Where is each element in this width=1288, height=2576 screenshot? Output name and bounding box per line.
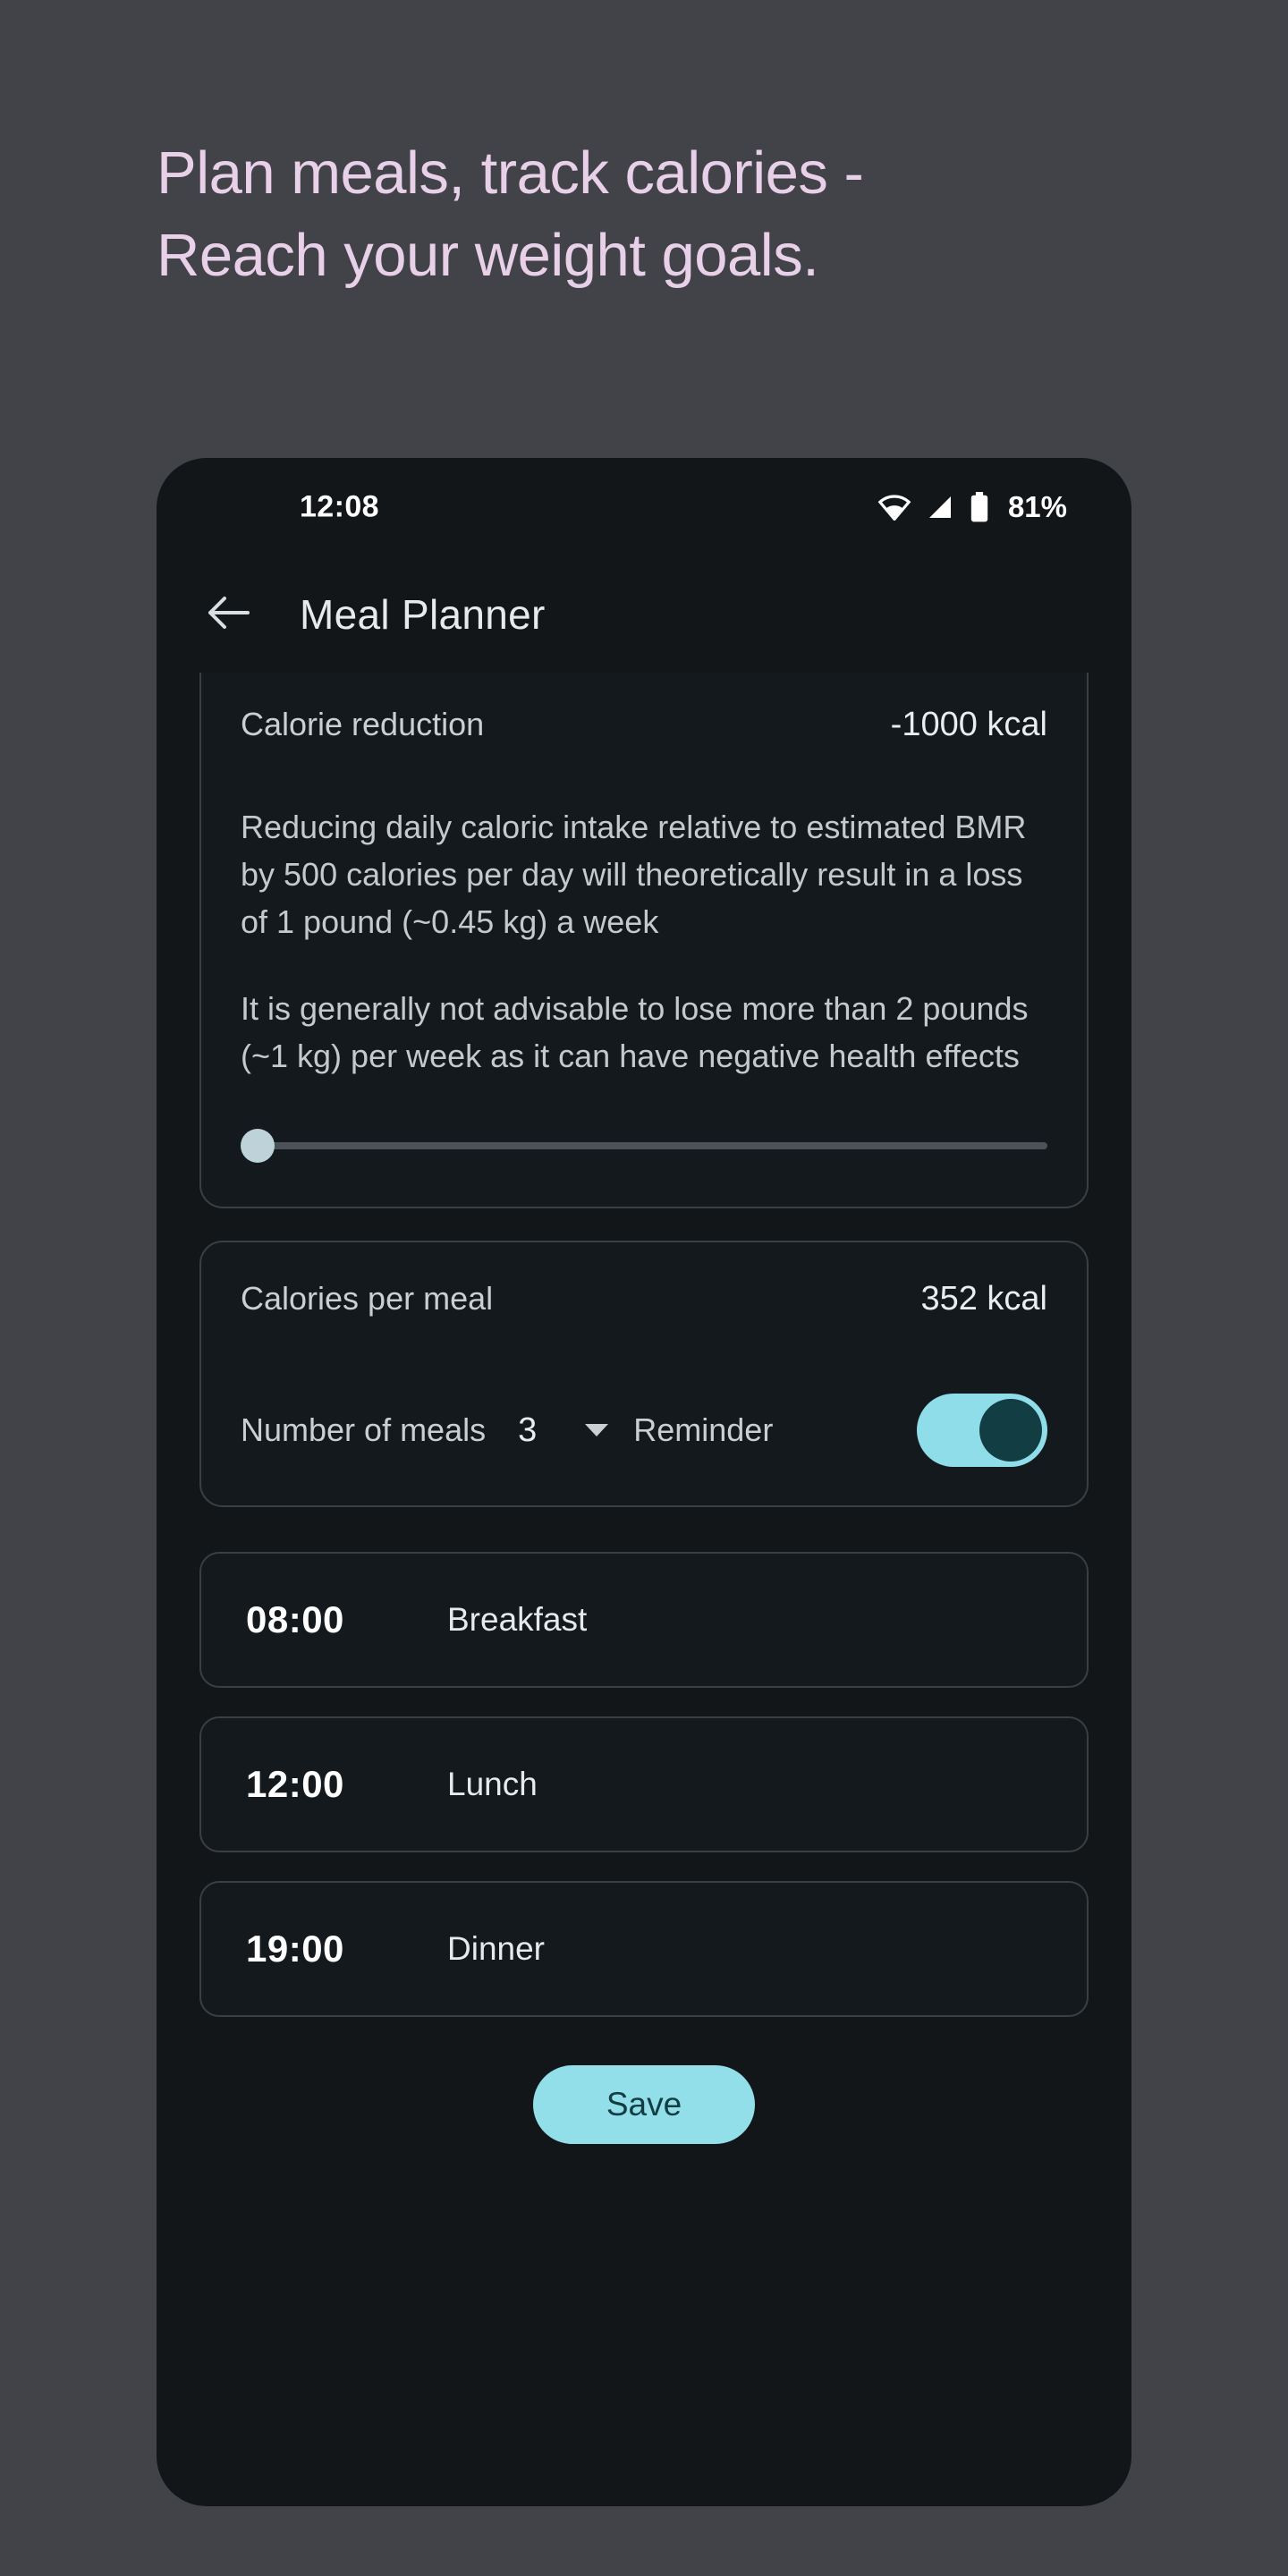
calories-per-meal-card: Calories per meal 352 kcal Number of mea… xyxy=(199,1241,1089,1507)
calorie-reduction-card: Calorie reduction -1000 kcal Reducing da… xyxy=(199,673,1089,1208)
cellular-signal-icon xyxy=(926,494,954,521)
calorie-reduction-header: Calorie reduction -1000 kcal xyxy=(201,673,1087,776)
calorie-reduction-description: Reducing daily caloric intake relative t… xyxy=(201,776,1087,1080)
chevron-down-icon[interactable] xyxy=(583,1420,610,1440)
calorie-reduction-value: -1000 kcal xyxy=(890,705,1047,743)
calorie-reduction-label: Calorie reduction xyxy=(241,706,485,742)
slider-track xyxy=(255,1142,1047,1149)
status-bar-indicators: 81% xyxy=(877,490,1067,524)
battery-percent-label: 81% xyxy=(1007,490,1067,523)
meal-name: Lunch xyxy=(447,1766,538,1802)
calories-per-meal-header: Calories per meal 352 kcal xyxy=(201,1242,1087,1355)
reminder-label: Reminder xyxy=(633,1411,774,1448)
calorie-reduction-slider[interactable] xyxy=(241,1121,1047,1171)
number-of-meals-value[interactable]: 3 xyxy=(518,1411,537,1450)
battery-icon xyxy=(969,492,990,522)
number-of-meals-label: Number of meals xyxy=(241,1411,487,1448)
scroll-content[interactable]: Calorie reduction -1000 kcal Reducing da… xyxy=(157,673,1131,2144)
save-button[interactable]: Save xyxy=(533,2065,755,2144)
app-bar: Meal Planner xyxy=(157,556,1131,673)
meal-time[interactable]: 19:00 xyxy=(246,1928,411,1970)
calories-per-meal-label: Calories per meal xyxy=(241,1280,494,1317)
meals-settings-row: Number of meals 3 Reminder xyxy=(201,1355,1087,1505)
meal-list-item[interactable]: 12:00 Lunch xyxy=(199,1716,1089,1852)
save-button-container: Save xyxy=(199,2065,1089,2144)
meal-time[interactable]: 08:00 xyxy=(246,1598,411,1641)
wifi-icon xyxy=(877,494,911,521)
meal-list-item[interactable]: 08:00 Breakfast xyxy=(199,1552,1089,1688)
meal-name: Dinner xyxy=(447,1930,545,1967)
phone-mockup: 12:08 81% Meal Planner Calorie reduction… xyxy=(157,458,1131,2506)
meal-time[interactable]: 12:00 xyxy=(246,1763,411,1806)
promo-headline-line-2: Reach your weight goals. xyxy=(157,222,819,289)
calorie-reduction-paragraph-2: It is generally not advisable to lose mo… xyxy=(241,990,1029,1074)
back-arrow-icon xyxy=(205,593,251,637)
calorie-reduction-paragraph-1: Reducing daily caloric intake relative t… xyxy=(241,809,1027,940)
page-title: Meal Planner xyxy=(300,591,546,638)
calories-per-meal-value: 352 kcal xyxy=(920,1279,1047,1318)
meal-list-item[interactable]: 19:00 Dinner xyxy=(199,1881,1089,2017)
promo-headline-line-1: Plan meals, track calories - xyxy=(157,140,864,207)
reminder-toggle-knob xyxy=(979,1399,1042,1462)
slider-thumb[interactable] xyxy=(241,1129,275,1163)
promo-headline: Plan meals, track calories - Reach your … xyxy=(157,132,1158,297)
status-bar-clock: 12:08 xyxy=(300,489,379,524)
reminder-toggle[interactable] xyxy=(917,1394,1047,1467)
meal-name: Breakfast xyxy=(447,1601,588,1638)
back-button[interactable] xyxy=(199,586,257,643)
status-bar: 12:08 81% xyxy=(157,458,1131,556)
meal-time-list: 08:00 Breakfast 12:00 Lunch 19:00 Dinner xyxy=(199,1552,1089,2017)
